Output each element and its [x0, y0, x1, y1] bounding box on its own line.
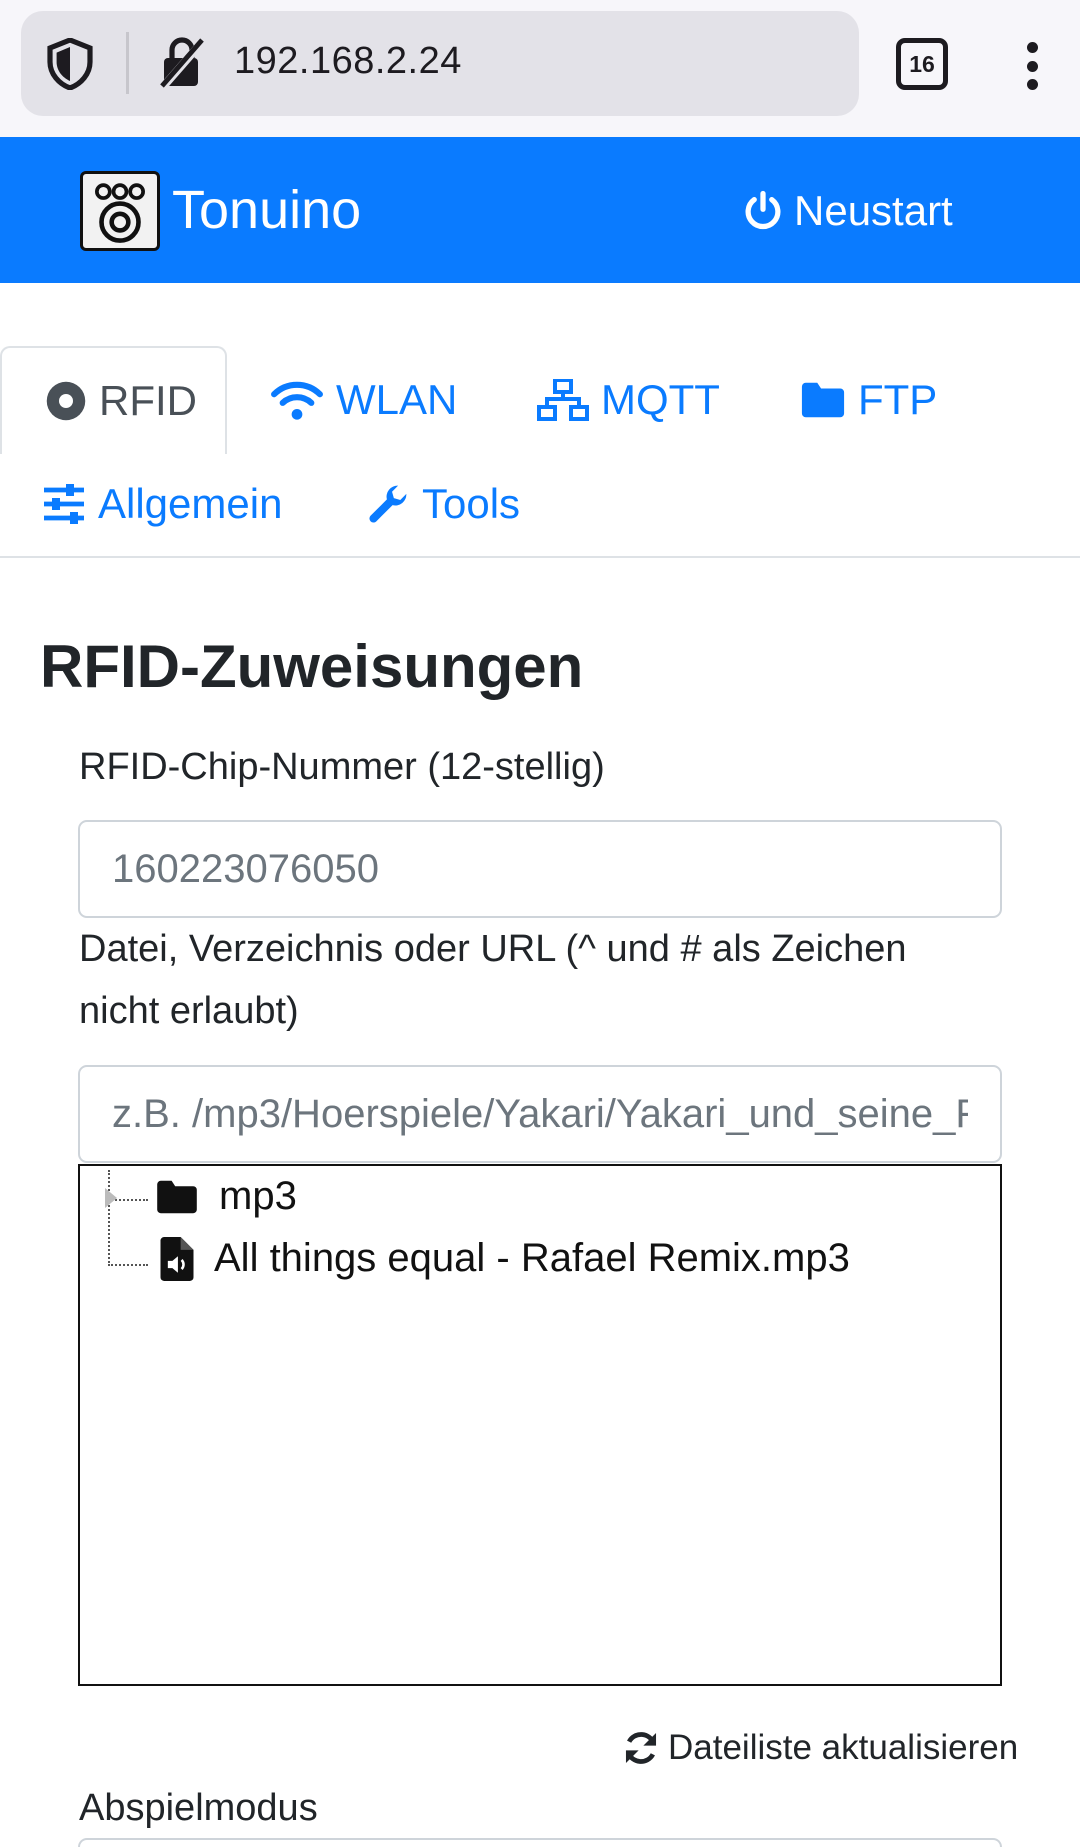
audio-file-icon — [160, 1236, 194, 1281]
browser-toolbar: 192.168.2.24 16 — [0, 0, 1080, 137]
tab-switcher-icon[interactable]: 16 — [896, 38, 948, 90]
file-path-label-line1: Datei, Verzeichnis oder URL (^ und # als… — [79, 928, 907, 970]
brand-title[interactable]: Tonuino — [172, 179, 361, 241]
tab-label: Tools — [422, 480, 521, 527]
refresh-label: Dateiliste aktualisieren — [668, 1728, 1019, 1767]
tab-tools[interactable]: Tools — [366, 480, 520, 528]
refresh-icon — [625, 1732, 657, 1764]
tab-label: Allgemein — [98, 480, 283, 527]
rfid-chip-input[interactable] — [78, 820, 1002, 918]
tabs-divider — [0, 556, 1080, 558]
more-vert-icon[interactable] — [1012, 38, 1052, 94]
file-tree[interactable]: mp3 All things equal - Rafael Remix.mp3 — [78, 1164, 1002, 1686]
tab-wlan[interactable]: WLAN — [270, 376, 457, 424]
tab-rfid[interactable]: RFID — [0, 346, 227, 454]
tree-connector — [108, 1170, 110, 1266]
wrench-icon — [369, 485, 407, 523]
refresh-file-list-button[interactable]: Dateiliste aktualisieren — [622, 1728, 1018, 1768]
tonuino-logo — [80, 171, 160, 251]
restart-label: Neustart — [794, 187, 953, 234]
tab-label: RFID — [99, 377, 197, 424]
restart-button[interactable]: Neustart — [742, 187, 953, 235]
tree-node-file[interactable]: All things equal - Rafael Remix.mp3 — [160, 1236, 850, 1281]
power-icon — [745, 190, 781, 230]
file-path-label-line2: nicht erlaubt) — [79, 990, 299, 1032]
settings-tabs: RFID WLAN MQTT FTP Allgemein Tools — [0, 346, 1080, 558]
tree-node-label: mp3 — [219, 1174, 297, 1218]
playmode-select[interactable] — [78, 1838, 1002, 1847]
rfid-chip-label: RFID-Chip-Nummer (12-stellig) — [79, 746, 605, 788]
tab-mqtt[interactable]: MQTT — [537, 376, 720, 424]
sliders-icon — [44, 484, 84, 524]
network-icon — [537, 379, 589, 421]
address-divider — [126, 32, 129, 94]
tree-connector — [108, 1264, 148, 1266]
url-text[interactable]: 192.168.2.24 — [234, 40, 462, 83]
tab-label: FTP — [858, 376, 938, 423]
dot-circle-icon — [46, 381, 86, 421]
tab-label: MQTT — [601, 376, 720, 423]
folder-icon — [801, 382, 845, 418]
navbar: Tonuino Neustart — [0, 137, 1080, 283]
tree-node-label: All things equal - Rafael Remix.mp3 — [214, 1236, 850, 1280]
tree-expand-arrow-icon[interactable] — [105, 1188, 117, 1208]
page-title: RFID-Zuweisungen — [40, 633, 584, 700]
shield-icon[interactable] — [46, 38, 94, 90]
playmode-label: Abspielmodus — [79, 1787, 318, 1829]
tree-node-folder[interactable]: mp3 — [155, 1174, 297, 1219]
file-path-input[interactable] — [78, 1065, 1002, 1163]
no-secure-lock-icon[interactable] — [158, 36, 206, 90]
folder-icon — [157, 1180, 197, 1213]
wifi-icon — [271, 381, 323, 420]
tab-label: WLAN — [336, 376, 458, 423]
tab-allgemein[interactable]: Allgemein — [42, 480, 282, 528]
tab-ftp[interactable]: FTP — [800, 376, 937, 424]
speaker-icon — [95, 183, 145, 243]
